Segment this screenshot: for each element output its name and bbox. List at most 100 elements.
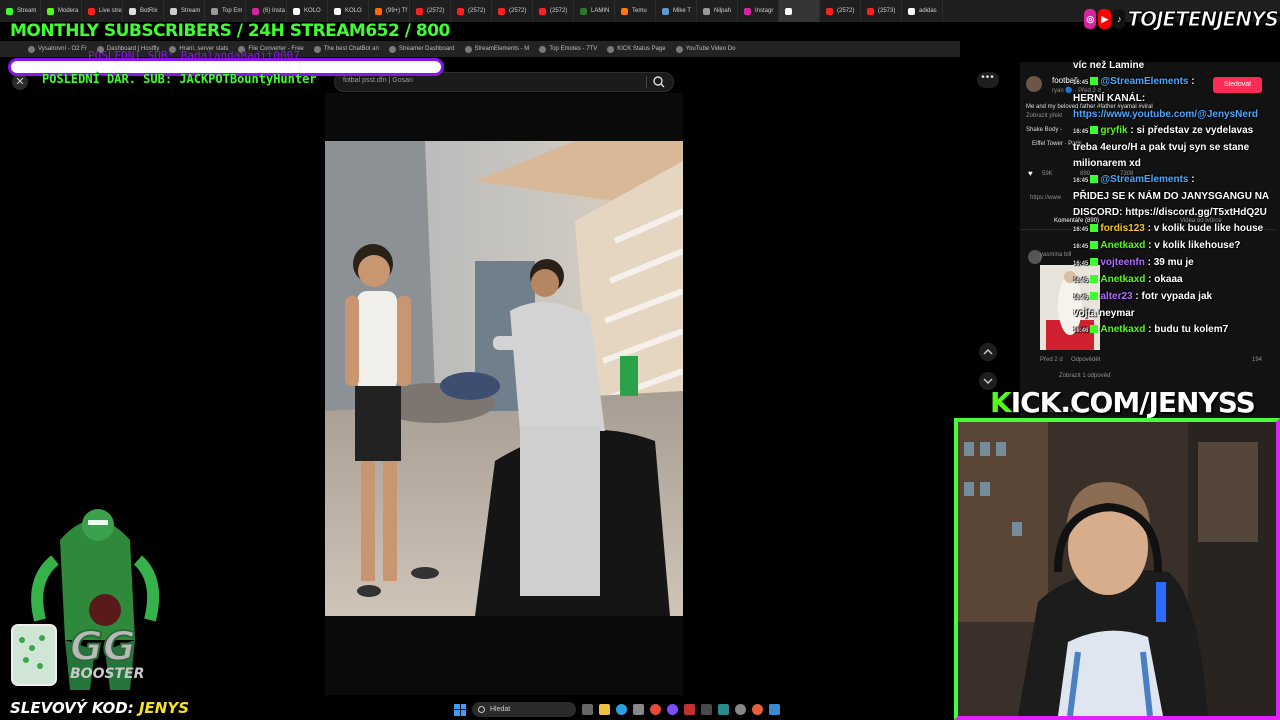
browser-tab[interactable]: BotRix: [123, 0, 164, 22]
tab-label: KOLO: [304, 8, 321, 14]
tab-label: Modera: [58, 8, 79, 14]
tab-label: Top Em: [222, 8, 243, 14]
browser-tab[interactable]: Instagr: [738, 0, 779, 22]
share-link[interactable]: https://www: [1030, 195, 1061, 201]
kick-badge-icon: [1090, 241, 1099, 250]
browser-tab[interactable]: Temu: [615, 0, 656, 22]
bookmark-item[interactable]: Top Emotes - 7TV: [539, 45, 597, 53]
kick-badge-icon: [1090, 275, 1099, 284]
tab-favicon-icon: [539, 7, 546, 15]
chat-username[interactable]: Anetkaxd: [1100, 240, 1145, 251]
browser-tab[interactable]: (2572): [533, 0, 574, 22]
chat-line: 16:45 @StreamElements :: [1073, 74, 1278, 91]
chat-username[interactable]: fordis123: [1100, 223, 1144, 234]
browser-tab[interactable]: (2572): [820, 0, 861, 22]
video-player[interactable]: [325, 141, 683, 616]
avatar[interactable]: [1026, 76, 1042, 92]
show-replies-button[interactable]: Zobrazit 1 odpověď: [1059, 373, 1111, 379]
bookmark-item[interactable]: Streamer Dashboard: [388, 45, 455, 53]
youtube-icon: ▶: [1098, 9, 1111, 29]
tab-favicon-icon: [457, 7, 464, 15]
file-explorer-icon[interactable]: [599, 704, 610, 715]
chat-username[interactable]: vojteenfn: [1100, 257, 1144, 268]
close-icon[interactable]: ✕: [12, 74, 28, 90]
browser-tab[interactable]: Top Em: [205, 0, 246, 22]
browser-tab[interactable]: Nilpah: [697, 0, 738, 22]
chat-line: https://www.youtube.com/@JenysNerd: [1073, 107, 1278, 123]
bookmark-item[interactable]: The best ChatBot an: [313, 45, 379, 53]
browser-tab[interactable]: (2573): [861, 0, 902, 22]
instagram-icon: ◎: [1084, 9, 1097, 29]
chat-line: 16:46 Anetkaxd : budu tu kolem7: [1073, 322, 1278, 339]
chat-username[interactable]: Anetkaxd: [1100, 274, 1145, 285]
browser-tab[interactable]: Stream: [0, 0, 41, 22]
edge-icon[interactable]: [616, 704, 627, 715]
notepad-icon[interactable]: [769, 704, 780, 715]
bookmark-item[interactable]: StreamElements - M: [464, 45, 529, 53]
chat-timestamp: 16:45: [1073, 244, 1089, 250]
browser-tab[interactable]: (2572): [410, 0, 451, 22]
more-options-icon[interactable]: •••: [977, 72, 999, 88]
chat-message: : budu tu kolem7: [1148, 324, 1229, 335]
reply-button[interactable]: Odpovědět: [1071, 357, 1100, 363]
browser-tab[interactable]: [779, 0, 820, 22]
taskbar-search[interactable]: Hledat: [472, 702, 576, 717]
monthly-subs-banner: MONTHLY SUBSCRIBERS / 24H STREAM652 / 80…: [10, 21, 450, 41]
browser-tab[interactable]: (2572): [492, 0, 533, 22]
tab-label: (2572): [550, 8, 568, 14]
bookmark-item[interactable]: YouTube Video Do: [675, 45, 735, 53]
commenter-name[interactable]: yasmina bill: [1040, 252, 1071, 258]
bookmark-icon: [313, 45, 321, 53]
chat-message: : fotr vypada jak: [1135, 291, 1213, 302]
music-label[interactable]: Shake Body -: [1026, 127, 1062, 133]
store-icon[interactable]: [633, 704, 644, 715]
settings-icon[interactable]: [735, 704, 746, 715]
browser-tab[interactable]: (99+) Tf: [369, 0, 410, 22]
chat-username[interactable]: gryfik: [1100, 125, 1127, 136]
kick-badge-icon: [1090, 77, 1099, 86]
tab-favicon-icon: [416, 7, 423, 15]
bookmark-item[interactable]: KICK Status Page: [607, 45, 666, 53]
browser-tab[interactable]: Stream: [164, 0, 205, 22]
browser-tab[interactable]: LAMIN: [574, 0, 615, 22]
social-handle-banner: ◎ ▶ ♪ TOJETENJENYS: [1084, 3, 1279, 35]
windows-start-icon[interactable]: [454, 703, 466, 716]
app-icon[interactable]: [684, 704, 695, 715]
bookmark-icon: [607, 45, 615, 53]
app-icon[interactable]: [718, 704, 729, 715]
browser-tab[interactable]: (2572): [451, 0, 492, 22]
browser-tab[interactable]: Live stre: [82, 0, 123, 22]
tab-favicon-icon: [6, 7, 13, 15]
tab-label: Instagr: [755, 8, 774, 14]
browser-tab[interactable]: KOLO: [328, 0, 369, 22]
chevron-up-icon[interactable]: [979, 343, 997, 361]
browser-icon[interactable]: [752, 704, 763, 715]
tab-favicon-icon: [703, 7, 710, 15]
chat-message: : si představ ze vydelavas: [1130, 125, 1254, 136]
heart-icon[interactable]: ♥: [1028, 169, 1033, 178]
bookmark-icon: [464, 45, 472, 53]
tab-label: (2572): [468, 8, 486, 14]
translate-link[interactable]: Zobrazit překl: [1026, 113, 1062, 119]
task-view-icon[interactable]: [582, 704, 593, 715]
chat-username[interactable]: alter23: [1100, 291, 1132, 302]
chrome-icon[interactable]: [650, 704, 661, 715]
discord-icon[interactable]: [667, 704, 678, 715]
chat-line: HERNÍ KANÁL:: [1073, 91, 1278, 107]
chat-username[interactable]: Anetkaxd: [1100, 324, 1145, 335]
tab-label: KOLO: [345, 8, 362, 14]
browser-tab[interactable]: adidas: [902, 0, 943, 22]
promo-label: SLEVOVÝ KOD:: [10, 699, 134, 717]
bookmark-item[interactable]: Vysatrovní - O2 Fr: [28, 45, 87, 53]
chat-message: víc než Lamine: [1073, 60, 1145, 71]
browser-tab[interactable]: (6) Insta: [246, 0, 287, 22]
browser-tab[interactable]: Modera: [41, 0, 82, 22]
browser-tab[interactable]: Mike T: [656, 0, 697, 22]
obs-icon[interactable]: [701, 704, 712, 715]
browser-tab[interactable]: KOLO: [287, 0, 328, 22]
chat-username[interactable]: @StreamElements: [1100, 174, 1188, 185]
chat-timestamp: 16:45: [1073, 80, 1089, 86]
chat-username[interactable]: @StreamElements: [1100, 76, 1188, 87]
search-icon[interactable]: [652, 75, 666, 89]
chat-timestamp: 16:45: [1073, 227, 1089, 233]
